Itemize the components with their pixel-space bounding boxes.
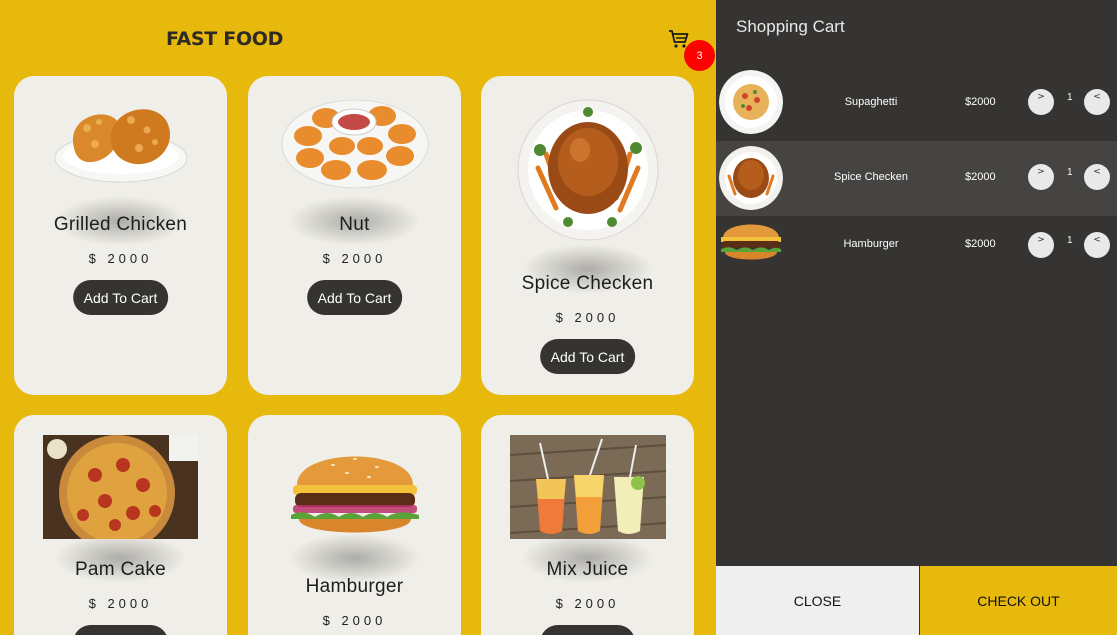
product-card: Grilled Chicken $ 2000 Add To Cart xyxy=(14,76,227,395)
shopping-cart-panel: Shopping Cart Supaghetti $2000 > 1 < Spi… xyxy=(716,0,1117,635)
hamburger-image xyxy=(248,441,461,545)
product-name: Grilled Chicken xyxy=(53,214,188,235)
add-to-cart-button[interactable]: Add To Cart xyxy=(72,280,169,315)
product-card: Hamburger $ 2000 xyxy=(248,415,461,635)
checkout-button[interactable]: CHECK OUT xyxy=(920,566,1117,635)
product-card: Spice Checken $ 2000 Add To Cart xyxy=(481,76,694,395)
cart-item-price: $2000 xyxy=(965,238,996,250)
decrease-quantity-button[interactable]: > xyxy=(1028,164,1054,190)
cart-item-price: $2000 xyxy=(965,96,996,108)
cart-item: Spice Checken $2000 > 1 < xyxy=(716,141,1117,216)
juice-image xyxy=(481,435,694,539)
roast-chicken-thumbnail xyxy=(719,146,783,210)
main-area: FAST FOOD 3 Grilled Chicken $ 2000 Add T… xyxy=(0,0,716,635)
product-price: $ 2000 xyxy=(322,251,387,266)
product-name: Spice Checken xyxy=(521,273,654,294)
cart-item-quantity: 1 xyxy=(1067,92,1073,103)
product-name: Hamburger xyxy=(305,576,404,597)
product-price: $ 2000 xyxy=(322,613,387,628)
close-button[interactable]: CLOSE xyxy=(716,566,919,635)
grilled-chicken-image xyxy=(14,94,227,186)
spaghetti-thumbnail xyxy=(719,70,783,134)
increase-quantity-button[interactable]: < xyxy=(1084,164,1110,190)
increase-quantity-button[interactable]: < xyxy=(1084,232,1110,258)
cart-item-name: Spice Checken xyxy=(834,171,908,183)
nuggets-image xyxy=(248,94,461,190)
add-to-cart-button[interactable]: Add To Cart xyxy=(72,625,169,635)
cart-item-name: Hamburger xyxy=(843,238,899,250)
pizza-image xyxy=(14,435,227,539)
product-price: $ 2000 xyxy=(555,310,620,325)
product-name: Nut xyxy=(339,214,370,235)
product-name: Pam Cake xyxy=(74,559,167,580)
cart-title: Shopping Cart xyxy=(736,17,845,36)
product-price: $ 2000 xyxy=(88,251,153,266)
roast-chicken-image xyxy=(481,98,694,242)
add-to-cart-button[interactable]: Add To Cart xyxy=(539,339,636,374)
cart-item-name: Supaghetti xyxy=(844,96,898,108)
product-price: $ 2000 xyxy=(555,596,620,611)
cart-item: Hamburger $2000 > 1 < xyxy=(716,216,1117,276)
product-card: Pam Cake $ 2000 Add To Cart xyxy=(14,415,227,635)
decrease-quantity-button[interactable]: > xyxy=(1028,232,1054,258)
product-price: $ 2000 xyxy=(88,596,153,611)
cart-item-quantity: 1 xyxy=(1067,235,1073,246)
cart-count-badge: 3 xyxy=(684,40,715,71)
decrease-quantity-button[interactable]: > xyxy=(1028,89,1054,115)
add-to-cart-button[interactable]: Add To Cart xyxy=(539,625,636,635)
cart-item: Supaghetti $2000 > 1 < xyxy=(716,65,1117,140)
cart-item-price: $2000 xyxy=(965,171,996,183)
product-card: Nut $ 2000 Add To Cart xyxy=(248,76,461,395)
cart-item-quantity: 1 xyxy=(1067,167,1073,178)
increase-quantity-button[interactable]: < xyxy=(1084,89,1110,115)
product-card: Mix Juice $ 2000 Add To Cart xyxy=(481,415,694,635)
brand-title: FAST FOOD xyxy=(166,28,284,50)
add-to-cart-button[interactable]: Add To Cart xyxy=(306,280,403,315)
hamburger-thumbnail xyxy=(719,218,783,264)
product-name: Mix Juice xyxy=(546,559,629,580)
